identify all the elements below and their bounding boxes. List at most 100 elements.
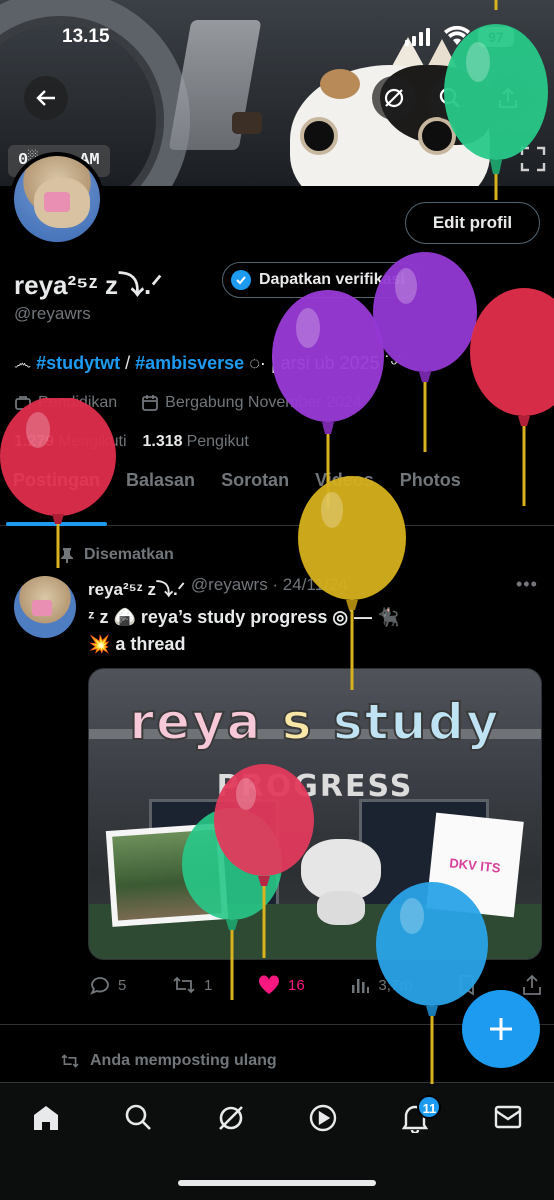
post-header: reya²⁵ᶻ z⤵︎.ᐟ @reyawrs · 24/11/24: [88, 575, 348, 600]
nav-explore[interactable]: [114, 1103, 162, 1151]
search-button[interactable]: [428, 76, 472, 120]
search-icon: [126, 1104, 152, 1130]
get-verified-label: Dapatkan verifikasi: [259, 271, 405, 288]
repost-icon: [173, 976, 195, 994]
home-icon: [34, 1106, 59, 1130]
display-name: reya²⁵ᶻ z⤵︎.ᐟ: [14, 270, 163, 300]
post-actions: 5 1 16 3,7rb: [88, 974, 542, 996]
nav-notifications[interactable]: 11: [391, 1095, 442, 1151]
post-media-image[interactable]: reya s study PROGRESS DKV ITS: [88, 668, 542, 960]
views-icon: [352, 979, 370, 993]
post-handle-date: @reyawrs · 24/11/24: [190, 575, 348, 594]
tab-balasan[interactable]: Balasan: [113, 470, 208, 526]
media-subtitle: PROGRESS: [216, 769, 414, 804]
home-indicator: [178, 1180, 376, 1186]
grok-icon: [384, 88, 404, 108]
profile-tabs: Postingan Balasan Sorotan Videos Photos: [0, 470, 554, 526]
banner-plant: [232, 112, 262, 134]
back-button[interactable]: [24, 76, 68, 120]
media-photo-badge: DKV ITS: [426, 812, 524, 918]
pin-icon: [61, 548, 73, 563]
reply-count: 5: [118, 976, 127, 994]
plus-icon: [490, 1018, 512, 1040]
grok-button[interactable]: [372, 76, 416, 120]
briefcase-icon: [15, 396, 31, 410]
pinned-indicator: Disematkan: [60, 546, 174, 564]
profile-category-label: Pendidikan: [38, 394, 118, 411]
repost-count: 1: [204, 976, 213, 994]
arrow-left-icon: [36, 90, 55, 106]
nav-messages[interactable]: [484, 1103, 532, 1151]
profile-bio: ෴ #studytwt / #ambisverse ◌· | arsi ub 2…: [14, 353, 403, 374]
views-count: 3,7rb: [378, 976, 413, 994]
post-text: ᶻ z 🍙 reya’s study progress ◎˙— 🐈‍⬛ 💥 a …: [88, 604, 399, 658]
post-text-line-2: 💥 a thread: [88, 634, 186, 654]
tab-photos[interactable]: Photos: [387, 470, 474, 526]
heart-icon: [259, 975, 280, 994]
profile-avatar[interactable]: [10, 152, 104, 246]
following-label: Mengikuti: [58, 433, 127, 450]
like-count: 16: [288, 976, 305, 994]
nav-video[interactable]: [299, 1103, 347, 1151]
nav-home[interactable]: [22, 1103, 70, 1151]
media-photo-campus: [105, 823, 229, 927]
profile-handle: @reyawrs: [14, 304, 91, 323]
tab-postingan[interactable]: Postingan: [0, 470, 113, 526]
post-author-name[interactable]: reya²⁵ᶻ z⤵︎.ᐟ: [88, 575, 185, 600]
media-cat-character: [301, 825, 381, 925]
repost-note-label: Anda memposting ulang: [90, 1052, 277, 1069]
reply-icon: [90, 977, 109, 995]
pinned-label: Disematkan: [84, 546, 174, 563]
following-link[interactable]: 1.279 Mengikuti: [14, 433, 127, 451]
verified-badge-icon: [231, 270, 251, 290]
status-clock: 13.15: [62, 26, 110, 47]
followers-link[interactable]: 1.318 Pengikut: [143, 433, 249, 451]
followers-label: Pengikut: [186, 433, 249, 450]
upload-button[interactable]: [522, 974, 542, 996]
edit-profile-button[interactable]: Edit profil: [405, 202, 540, 244]
bio-suffix: ◌· | arsi ub 2025 ˙ᵕ˙: [244, 353, 404, 373]
bio-prefix: ෴: [14, 353, 37, 373]
profile-stats: 1.279 Mengikuti 1.318 Pengikut: [14, 433, 249, 451]
like-button[interactable]: 16: [258, 975, 305, 995]
mail-icon: [494, 1105, 521, 1129]
compose-button[interactable]: [462, 990, 540, 1068]
cellular-signal-icon: [405, 28, 430, 46]
focus-frame-icon: [520, 146, 546, 172]
profile-joined-label: Bergabung November 2024: [165, 394, 362, 411]
tab-sorotan[interactable]: Sorotan: [208, 470, 302, 526]
bio-hashtag-studytwt[interactable]: #studytwt: [36, 353, 120, 373]
notification-count-badge: 11: [417, 1095, 442, 1119]
following-count: 1.279: [14, 433, 55, 450]
wifi-icon: [444, 26, 470, 45]
views-button[interactable]: 3,7rb: [350, 975, 413, 995]
bio-separator: /: [120, 353, 136, 373]
share-icon: [498, 87, 518, 109]
bookmark-icon: [460, 975, 475, 996]
bookmark-button[interactable]: [458, 974, 476, 996]
profile-joined: Bergabung November 2024: [141, 394, 362, 412]
grok-icon: [218, 1106, 243, 1130]
repost-icon: [61, 1054, 79, 1068]
battery-indicator: 97: [478, 27, 514, 47]
post-more-button[interactable]: •••: [516, 574, 538, 595]
reply-button[interactable]: 5: [88, 974, 126, 996]
calendar-icon: [142, 395, 159, 411]
share-button[interactable]: [486, 76, 530, 120]
repost-button[interactable]: 1: [172, 975, 212, 995]
post-author-avatar[interactable]: [14, 576, 76, 638]
profile-meta: Pendidikan Bergabung November 2024: [14, 394, 362, 412]
media-title: reya s study: [128, 692, 501, 752]
banner-cat: [290, 37, 490, 186]
play-icon: [309, 1104, 337, 1132]
profile-category: Pendidikan: [14, 394, 117, 412]
repost-indicator: Anda memposting ulang: [60, 1052, 277, 1070]
tab-videos[interactable]: Videos: [302, 470, 387, 526]
nav-grok[interactable]: [207, 1103, 255, 1151]
status-bar: 13.15 97: [0, 0, 554, 60]
get-verified-button[interactable]: Dapatkan verifikasi: [222, 262, 420, 298]
bio-hashtag-ambisverse[interactable]: #ambisverse: [135, 353, 244, 373]
upload-icon: [523, 974, 541, 995]
search-icon: [439, 87, 460, 108]
followers-count: 1.318: [142, 433, 183, 450]
